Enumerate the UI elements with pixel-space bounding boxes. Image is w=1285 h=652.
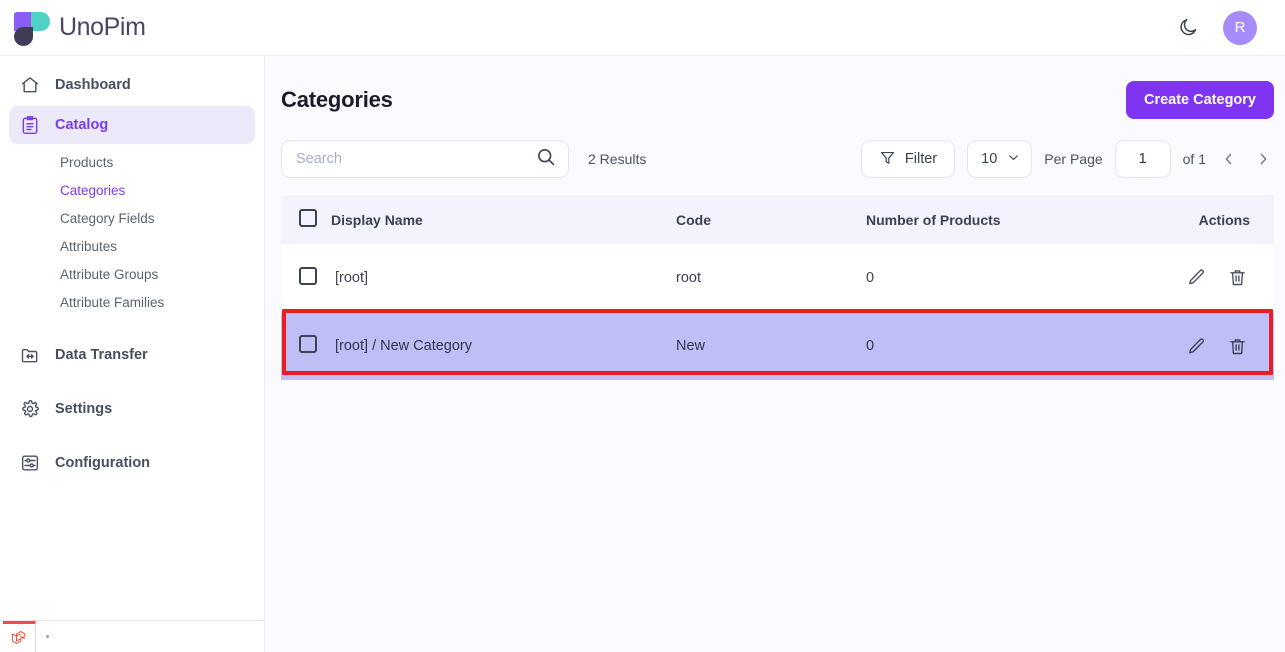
categories-table-wrap: Display Name Code Number of Products Act… xyxy=(281,195,1274,380)
page-header: Categories Create Category xyxy=(281,78,1274,122)
sidebar-item-categories[interactable]: Categories xyxy=(9,176,255,204)
sidebar-footer xyxy=(0,620,264,652)
sidebar-item-label: Configuration xyxy=(55,455,150,471)
toolbar-right: Filter 10 Per Page of 1 xyxy=(861,140,1274,178)
sidebar-item-catalog[interactable]: Catalog xyxy=(9,106,255,144)
avatar[interactable]: R xyxy=(1223,11,1257,45)
search-icon[interactable] xyxy=(535,146,557,173)
brand-name: UnoPim xyxy=(59,13,146,42)
column-header-display-name[interactable]: Display Name xyxy=(331,195,676,244)
per-page-value: 10 xyxy=(981,151,997,167)
cell-code: New xyxy=(676,312,866,380)
categories-table: Display Name Code Number of Products Act… xyxy=(281,195,1274,380)
sidebar-item-settings[interactable]: Settings xyxy=(9,390,255,428)
sidebar-item-attribute-families[interactable]: Attribute Families xyxy=(9,288,255,316)
total-pages-label: of 1 xyxy=(1183,151,1206,167)
table-row[interactable]: [root] / New Category New 0 xyxy=(281,312,1274,380)
per-page-label: Per Page xyxy=(1044,151,1102,167)
sidebar-item-attribute-groups[interactable]: Attribute Groups xyxy=(9,260,255,288)
cell-display-name: [root] / New Category xyxy=(331,312,676,380)
cell-code: root xyxy=(676,244,866,312)
sidebar-item-attributes[interactable]: Attributes xyxy=(9,232,255,260)
table-header-row: Display Name Code Number of Products Act… xyxy=(281,195,1274,244)
per-page-select[interactable]: 10 xyxy=(967,140,1032,178)
row-select-cell xyxy=(281,312,331,380)
trash-icon[interactable] xyxy=(1222,263,1252,293)
folder-exchange-icon xyxy=(19,344,41,366)
debug-bar xyxy=(0,621,264,652)
select-all-checkbox[interactable] xyxy=(299,209,317,227)
debug-indicator-dot xyxy=(46,635,49,638)
sidebar-item-data-transfer[interactable]: Data Transfer xyxy=(9,336,255,374)
funnel-icon xyxy=(879,149,896,170)
nav-spacer xyxy=(9,430,255,444)
unopim-logo-icon xyxy=(14,10,50,46)
cell-number-of-products: 0 xyxy=(866,312,1116,380)
row-checkbox[interactable] xyxy=(299,335,317,353)
sidebar: Dashboard Catalog Products Categories xyxy=(0,56,265,652)
page-title: Categories xyxy=(281,87,393,113)
app-root: UnoPim R Dashboard xyxy=(0,0,1285,652)
cell-actions xyxy=(1116,244,1274,312)
sidebar-item-label: Settings xyxy=(55,401,112,417)
sidebar-nav: Dashboard Catalog Products Categories xyxy=(0,66,264,484)
laravel-icon[interactable] xyxy=(3,621,36,652)
search-box[interactable] xyxy=(281,140,569,178)
moon-icon[interactable] xyxy=(1175,15,1201,41)
sidebar-item-label: Dashboard xyxy=(55,77,131,93)
main-content: Categories Create Category 2 Results xyxy=(265,56,1285,652)
search-input[interactable] xyxy=(296,151,535,167)
sidebar-item-products[interactable]: Products xyxy=(9,148,255,176)
body-row: Dashboard Catalog Products Categories xyxy=(0,56,1285,652)
column-header-code[interactable]: Code xyxy=(676,195,866,244)
row-select-cell xyxy=(281,244,331,312)
row-checkbox[interactable] xyxy=(299,267,317,285)
table-head: Display Name Code Number of Products Act… xyxy=(281,195,1274,244)
table-row[interactable]: [root] root 0 xyxy=(281,244,1274,312)
sidebar-submenu-catalog: Products Categories Category Fields Attr… xyxy=(9,146,255,322)
column-header-number-of-products[interactable]: Number of Products xyxy=(866,195,1116,244)
logo-teal-shape xyxy=(31,12,50,31)
sidebar-item-label: Data Transfer xyxy=(55,347,148,363)
chevron-down-icon xyxy=(1006,150,1021,169)
cell-display-name: [root] xyxy=(331,244,676,312)
results-count: 2 Results xyxy=(588,151,646,167)
select-all-header xyxy=(281,195,331,244)
sidebar-item-configuration[interactable]: Configuration xyxy=(9,444,255,482)
create-category-button[interactable]: Create Category xyxy=(1126,81,1274,119)
logo-dark-shape xyxy=(14,27,33,46)
top-bar-actions: R xyxy=(1175,11,1257,45)
table-body: [root] root 0 xyxy=(281,244,1274,380)
top-bar: UnoPim R xyxy=(0,0,1285,56)
cell-number-of-products: 0 xyxy=(866,244,1116,312)
prev-page-button[interactable] xyxy=(1218,144,1240,174)
nav-spacer xyxy=(9,376,255,390)
brand-logo[interactable]: UnoPim xyxy=(14,10,146,46)
filter-label: Filter xyxy=(905,151,937,167)
trash-icon[interactable] xyxy=(1222,331,1252,361)
page-number-input[interactable] xyxy=(1115,140,1171,178)
column-header-actions: Actions xyxy=(1116,195,1274,244)
pencil-icon[interactable] xyxy=(1182,263,1212,293)
cell-actions xyxy=(1116,312,1274,380)
filter-button[interactable]: Filter xyxy=(861,140,955,178)
sliders-icon xyxy=(19,452,41,474)
list-toolbar: 2 Results Filter 10 xyxy=(281,139,1274,179)
sidebar-item-category-fields[interactable]: Category Fields xyxy=(9,204,255,232)
sidebar-item-dashboard[interactable]: Dashboard xyxy=(9,66,255,104)
nav-spacer xyxy=(9,322,255,336)
gear-icon xyxy=(19,398,41,420)
next-page-button[interactable] xyxy=(1252,144,1274,174)
clipboard-list-icon xyxy=(19,114,41,136)
pencil-icon[interactable] xyxy=(1182,331,1212,361)
home-icon xyxy=(19,74,41,96)
sidebar-item-label: Catalog xyxy=(55,117,108,133)
